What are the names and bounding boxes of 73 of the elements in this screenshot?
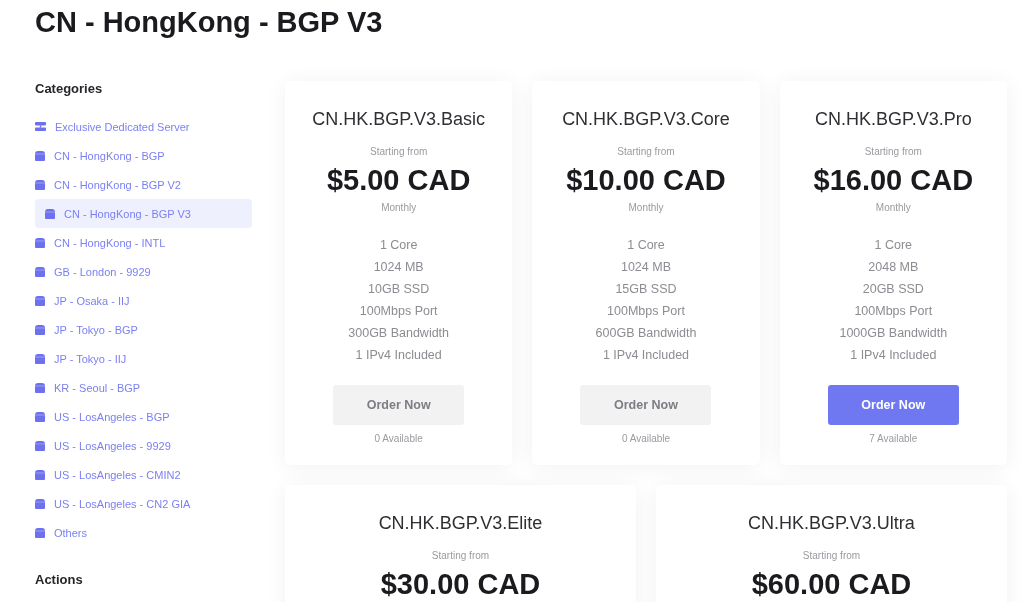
billing-cycle: Monthly — [381, 202, 417, 214]
box-icon — [35, 440, 45, 451]
box-icon — [35, 382, 45, 393]
availability-text: 0 Available — [621, 433, 671, 445]
categories-heading: Categories — [35, 81, 104, 97]
plan-price: $30.00 CAD — [380, 567, 541, 601]
category-link[interactable]: US - LosAngeles - BGP — [35, 402, 252, 431]
box-icon — [35, 150, 45, 161]
plan-feature: 10GB SSD — [368, 281, 430, 298]
plan-feature: 1 Core — [874, 237, 913, 254]
box-icon — [35, 411, 45, 422]
starting-from-label: Starting from — [864, 146, 922, 158]
plan-feature: 1 Core — [627, 237, 665, 254]
billing-cycle: Monthly — [628, 202, 664, 214]
order-now-button[interactable]: Order Now — [827, 385, 959, 425]
plan-feature: 600GB Bandwidth — [595, 325, 697, 342]
page-title: CN - HongKong - BGP V3 — [34, 5, 384, 40]
plan-feature: 300GB Bandwidth — [348, 325, 450, 342]
starting-from-label: Starting from — [370, 146, 428, 158]
box-icon — [35, 498, 45, 509]
plan-feature: 1024 MB — [373, 259, 424, 276]
category-link[interactable]: JP - Tokyo - BGP — [35, 315, 252, 344]
plan-name: CN.HK.BGP.V3.Basic — [312, 108, 486, 131]
box-icon — [35, 179, 45, 190]
plan-feature: 100Mbps Port — [854, 303, 933, 320]
server-icon — [35, 122, 46, 131]
category-link[interactable]: CN - HongKong - BGP — [35, 141, 252, 170]
box-icon — [35, 237, 45, 248]
availability-text: 0 Available — [374, 433, 423, 445]
category-link[interactable]: Others — [35, 518, 252, 547]
starting-from-label: Starting from — [617, 146, 675, 158]
plan-price: $10.00 CAD — [566, 163, 726, 197]
box-icon — [35, 527, 45, 538]
category-link[interactable]: KR - Seoul - BGP — [35, 373, 252, 402]
box-icon — [45, 208, 55, 219]
box-icon — [35, 469, 45, 480]
actions-heading: Actions — [35, 572, 84, 588]
category-link[interactable]: CN - HongKong - INTL — [35, 228, 252, 257]
plan-feature: 1 IPv4 Included — [355, 347, 442, 364]
category-link[interactable]: US - LosAngeles - 9929 — [35, 431, 252, 460]
plan-name: CN.HK.BGP.V3.Pro — [814, 108, 972, 131]
plan-feature: 2048 MB — [868, 259, 919, 276]
plan-name: CN.HK.BGP.V3.Core — [562, 108, 730, 131]
plan-name: CN.HK.BGP.V3.Ultra — [748, 512, 915, 535]
category-link[interactable]: US - LosAngeles - CN2 GIA — [35, 489, 252, 518]
box-icon — [35, 324, 45, 335]
plan-price: $60.00 CAD — [751, 567, 912, 601]
category-link[interactable]: CN - HongKong - BGP V3 — [35, 199, 252, 228]
plan-feature: 1024 MB — [620, 259, 671, 276]
plan-feature: 1 IPv4 Included — [850, 347, 937, 364]
plan-price: $16.00 CAD — [813, 163, 974, 197]
category-link[interactable]: GB - London - 9929 — [35, 257, 252, 286]
plan-name: CN.HK.BGP.V3.Elite — [378, 512, 543, 535]
plan-feature: 1 Core — [379, 237, 418, 254]
plan-feature: 1000GB Bandwidth — [839, 325, 948, 342]
category-link[interactable]: JP - Tokyo - IIJ — [35, 344, 252, 373]
billing-cycle: Monthly — [875, 202, 911, 214]
availability-text: 7 Available — [869, 433, 918, 445]
box-icon — [35, 353, 45, 364]
category-link[interactable]: US - LosAngeles - CMIN2 — [35, 460, 252, 489]
box-icon — [35, 295, 45, 306]
plan-feature: 100Mbps Port — [607, 303, 685, 320]
plan-price: $5.00 CAD — [326, 163, 471, 197]
plan-feature: 15GB SSD — [615, 281, 677, 298]
plan-feature: 20GB SSD — [862, 281, 924, 298]
category-link[interactable]: JP - Osaka - IIJ — [35, 286, 252, 315]
box-icon — [35, 266, 45, 277]
starting-from-label: Starting from — [431, 550, 490, 562]
plan-feature: 1 IPv4 Included — [602, 347, 690, 364]
plan-feature: 100Mbps Port — [359, 303, 438, 320]
category-link[interactable]: Exclusive Dedicated Server — [35, 112, 252, 141]
starting-from-label: Starting from — [802, 550, 861, 562]
category-link[interactable]: CN - HongKong - BGP V2 — [35, 170, 252, 199]
